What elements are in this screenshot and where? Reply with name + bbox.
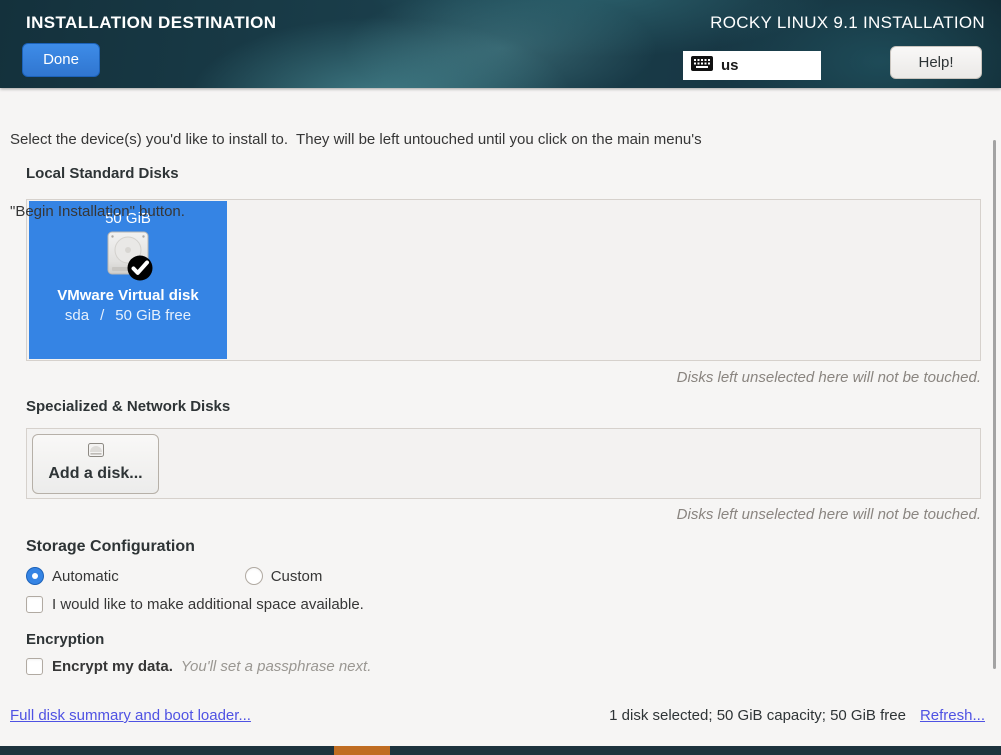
intro-text: Select the device(s) you'd like to insta… (10, 80, 985, 248)
radio-automatic[interactable] (26, 567, 44, 585)
encryption-heading: Encryption (26, 631, 104, 648)
done-button[interactable]: Done (22, 43, 100, 77)
encryption-row: Encrypt my data. You'll set a passphrase… (26, 658, 371, 675)
specialized-disks-panel: Add a disk... (26, 428, 981, 499)
reclaim-space-label: I would like to make additional space av… (52, 596, 364, 613)
intro-line1: Select the device(s) you'd like to insta… (10, 128, 985, 152)
full-disk-summary-link[interactable]: Full disk summary and boot loader... (10, 707, 251, 724)
footer-left: Full disk summary and boot loader... (10, 707, 251, 724)
radio-custom-label: Custom (271, 568, 323, 585)
add-disk-button[interactable]: Add a disk... (32, 434, 159, 494)
reclaim-space-checkbox[interactable] (26, 596, 43, 613)
local-disks-note: Disks left unselected here will not be t… (677, 369, 981, 386)
refresh-link[interactable]: Refresh... (920, 707, 985, 724)
radio-automatic-label: Automatic (52, 568, 119, 585)
encrypt-data-checkbox[interactable] (26, 658, 43, 675)
taskbar-active-segment[interactable] (334, 746, 390, 755)
encryption-hint: You'll set a passphrase next. (181, 658, 371, 675)
footer-right: 1 disk selected; 50 GiB capacity; 50 GiB… (609, 707, 985, 724)
vertical-scrollbar[interactable] (993, 140, 996, 669)
storage-options-row: Automatic Custom (26, 567, 322, 585)
small-drive-icon (87, 445, 105, 462)
encrypt-data-label: Encrypt my data. (52, 658, 173, 675)
specialized-disks-heading: Specialized & Network Disks (26, 398, 230, 415)
reclaim-space-row: I would like to make additional space av… (26, 596, 364, 613)
disk-meta: sda / 50 GiB free (29, 307, 227, 324)
disk-selection-status: 1 disk selected; 50 GiB capacity; 50 GiB… (609, 707, 906, 724)
keyboard-layout-indicator[interactable]: us (683, 51, 821, 80)
radio-custom[interactable] (245, 567, 263, 585)
disk-free: 50 GiB free (115, 307, 191, 324)
product-title: ROCKY LINUX 9.1 INSTALLATION (710, 13, 985, 33)
add-disk-label: Add a disk... (33, 465, 158, 483)
disk-device: sda (65, 307, 89, 324)
keyboard-layout-value: us (721, 57, 739, 74)
taskbar-strip (0, 746, 1001, 755)
disk-name: VMware Virtual disk (29, 287, 227, 304)
storage-configuration-heading: Storage Configuration (26, 538, 195, 556)
disk-separator: / (100, 307, 104, 324)
page-title: INSTALLATION DESTINATION (26, 13, 276, 33)
help-button[interactable]: Help! (890, 46, 982, 79)
intro-line2: "Begin Installation" button. (10, 200, 985, 224)
specialized-disks-note: Disks left unselected here will not be t… (677, 506, 981, 523)
header-bar: INSTALLATION DESTINATION ROCKY LINUX 9.1… (0, 0, 1001, 88)
keyboard-icon (691, 56, 713, 76)
